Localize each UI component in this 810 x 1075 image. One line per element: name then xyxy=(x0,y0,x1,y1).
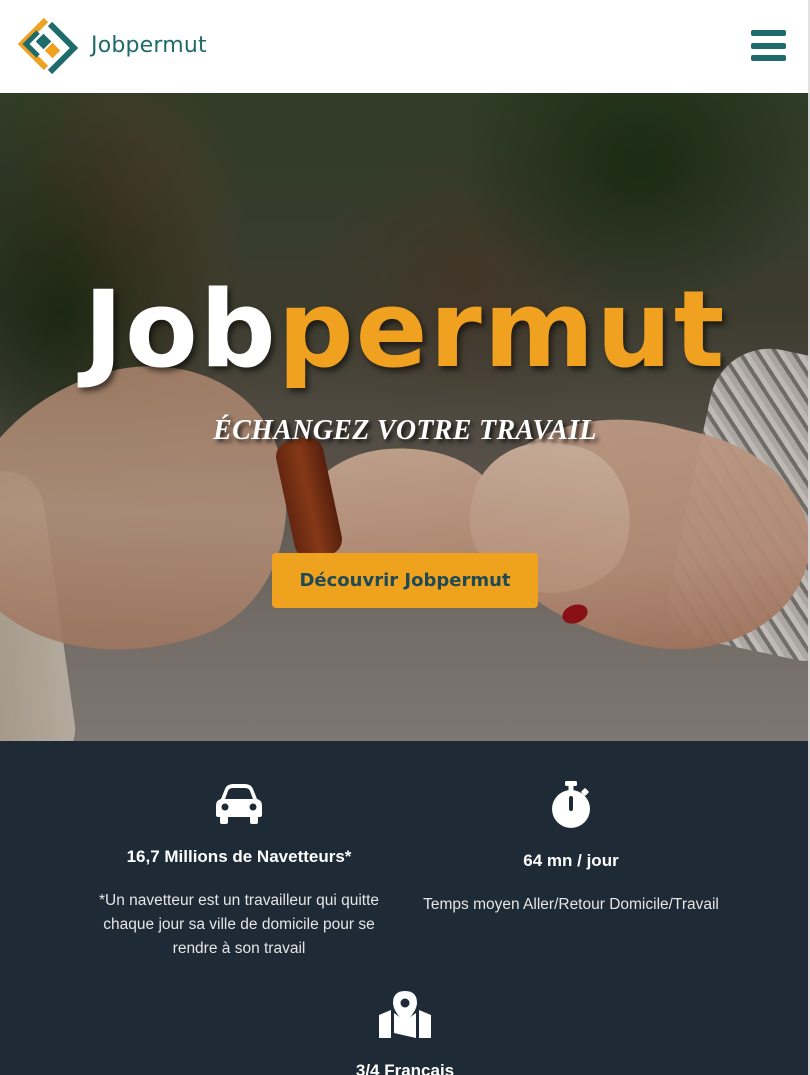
hero-subtitle: ÉCHANGEZ VOTRE TRAVAIL xyxy=(213,415,597,446)
stat-value: 3/4 Francais xyxy=(355,1061,455,1075)
hero-title: Jobpermut xyxy=(0,265,810,395)
hero-title-part1: Job xyxy=(83,268,278,391)
stopwatch-icon xyxy=(552,781,590,828)
logo-text: Jobpermut xyxy=(91,32,207,58)
hero-section: Jobpermut ÉCHANGEZ VOTRE TRAVAIL Découvr… xyxy=(0,93,810,741)
car-icon xyxy=(216,784,262,824)
stat-description: *Un navetteur est un travailleur qui qui… xyxy=(98,892,380,957)
stat-french-share: 3/4 Francais xyxy=(255,991,555,1075)
stat-value: 16,7 Millions de Navetteurs* xyxy=(126,847,352,866)
jobpermut-logo-icon xyxy=(17,17,79,75)
stat-commuters: 16,7 Millions de Navetteurs* *Un navette… xyxy=(89,781,389,961)
hamburger-menu-icon[interactable] xyxy=(751,30,786,61)
stat-commute-time: 64 mn / jour Temps moyen Aller/Retour Do… xyxy=(421,781,721,917)
discover-button[interactable]: Découvrir Jobpermut xyxy=(272,553,538,608)
stats-section: 16,7 Millions de Navetteurs* *Un navette… xyxy=(0,741,810,1075)
map-marker-icon xyxy=(379,991,431,1038)
site-header: Jobpermut xyxy=(0,0,810,93)
stat-description: Temps moyen Aller/Retour Domicile/Travai… xyxy=(423,896,719,913)
stat-value: 64 mn / jour xyxy=(523,851,619,870)
hero-title-part2: permut xyxy=(277,268,727,391)
site-logo[interactable]: Jobpermut xyxy=(16,14,207,78)
